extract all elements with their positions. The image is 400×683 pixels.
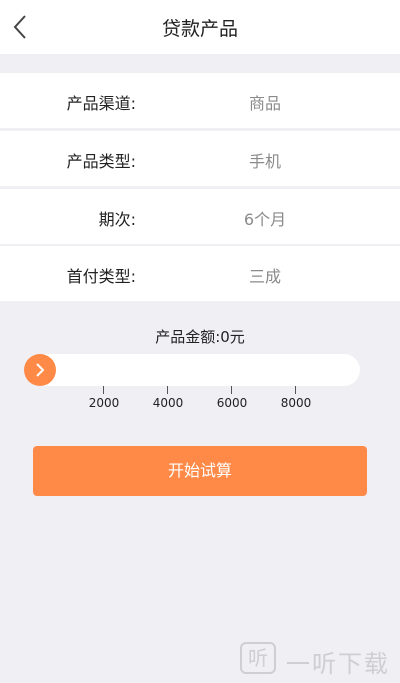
slider-tick-label: 2000 [88, 396, 120, 410]
watermark-logo-icon: 听 [240, 642, 276, 674]
product-type-value[interactable]: 手机 [160, 148, 370, 172]
product-type-row[interactable]: 产品类型: 手机 [0, 131, 400, 186]
chevron-right-icon [36, 363, 45, 377]
down-payment-row[interactable]: 首付类型: 三成 [0, 246, 400, 301]
slider-tick-label: 6000 [216, 396, 248, 410]
slider-tick-label: 4000 [152, 396, 184, 410]
down-payment-label: 首付类型: [66, 267, 136, 286]
product-channel-value[interactable]: 商品 [160, 90, 370, 114]
watermark: 听 一听下载 [240, 640, 400, 678]
slider-tick-label: 8000 [280, 396, 312, 410]
down-payment-value[interactable]: 三成 [160, 263, 370, 287]
slider-tick [167, 386, 168, 394]
start-calculation-button[interactable]: 开始试算 [33, 446, 367, 496]
watermark-text: 一听下载 [286, 650, 390, 678]
slider-tick [295, 386, 296, 394]
term-label: 期次: [98, 210, 136, 229]
amount-slider-track[interactable] [24, 354, 360, 386]
product-type-label: 产品类型: [66, 152, 136, 171]
product-channel-label: 产品渠道: [66, 94, 136, 113]
amount-slider-handle[interactable] [24, 354, 56, 386]
top-bar: 贷款产品 [0, 0, 400, 54]
term-value[interactable]: 6个月 [160, 206, 370, 230]
product-channel-row[interactable]: 产品渠道: 商品 [0, 73, 400, 128]
slider-tick [103, 386, 104, 394]
slider-tick [231, 386, 232, 394]
product-amount-label: 产品金额:0元 [155, 328, 245, 346]
term-row[interactable]: 期次: 6个月 [0, 189, 400, 244]
page-title: 贷款产品 [161, 18, 238, 40]
